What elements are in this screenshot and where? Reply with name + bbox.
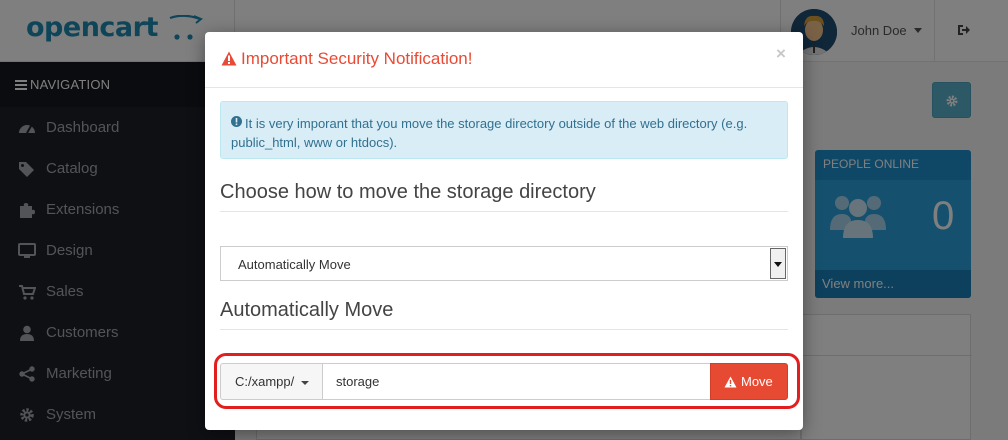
path-prefix-dropdown[interactable]: C:/xampp/ [220,363,323,400]
move-method-select[interactable]: Automatically Move [220,246,788,281]
modal-header: Important Security Notification! × [205,32,803,88]
choose-method-heading: Choose how to move the storage directory [220,181,596,203]
divider [220,211,788,212]
select-dropdown-arrow[interactable] [770,248,786,279]
move-method-value: Automatically Move [238,257,351,272]
path-prefix-label: C:/xampp/ [235,374,295,389]
chevron-down-icon [301,381,309,385]
info-alert: It is very imporant that you move the st… [220,101,788,159]
move-button-label: Move [741,374,773,389]
move-input-group: C:/xampp/ Move [220,363,788,400]
storage-directory-input[interactable] [322,363,711,400]
security-notification-modal: Important Security Notification! × It is… [205,32,803,430]
chevron-down-icon [774,262,782,267]
modal-title: Important Security Notification! [241,49,473,68]
info-alert-text: It is very imporant that you move the st… [231,116,748,150]
close-icon[interactable]: × [776,44,786,64]
warning-icon [221,51,237,66]
move-button[interactable]: Move [710,363,788,400]
divider [220,329,788,330]
automatically-move-heading: Automatically Move [220,299,394,321]
warning-icon [724,376,737,388]
